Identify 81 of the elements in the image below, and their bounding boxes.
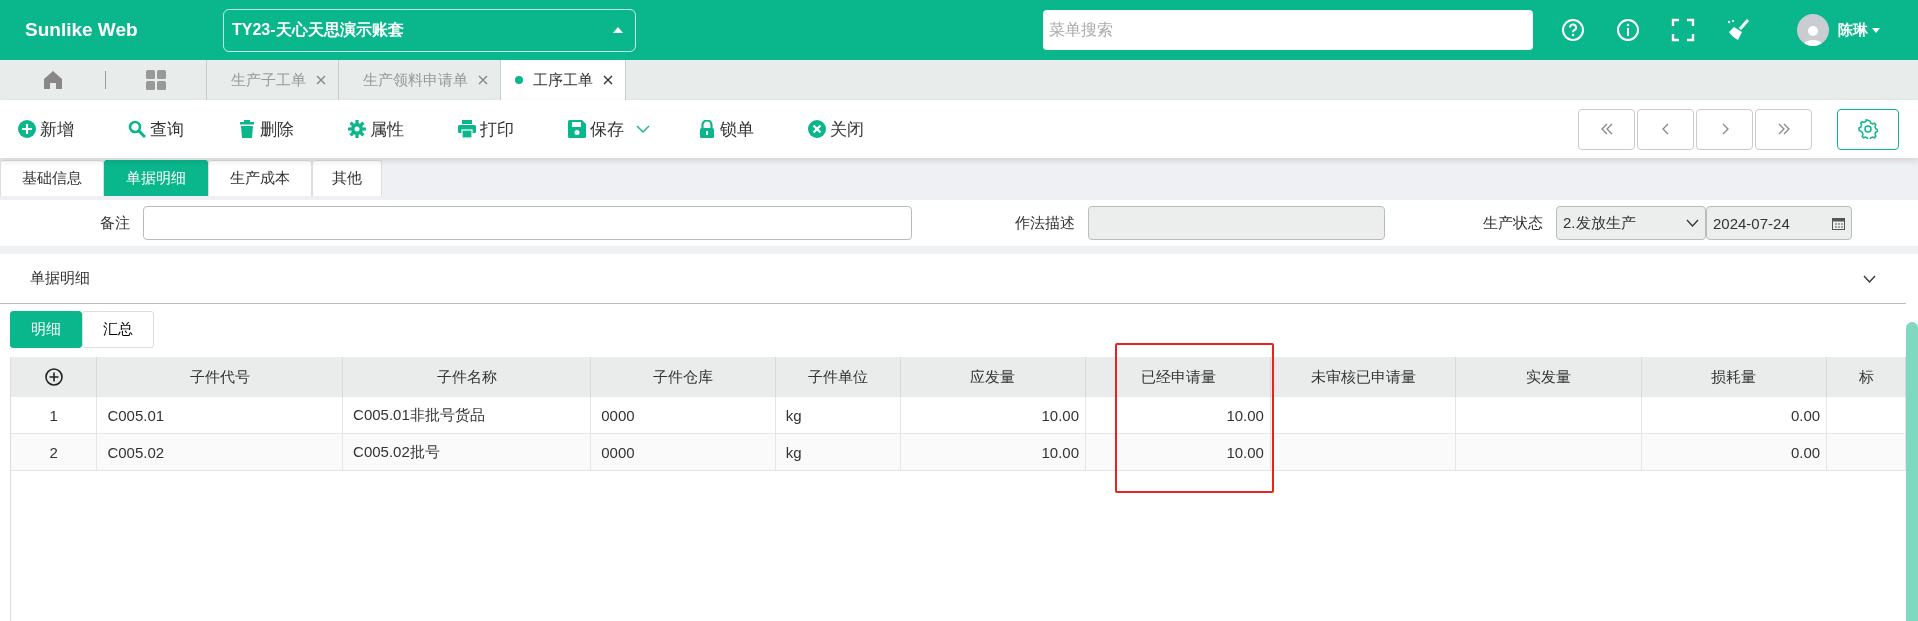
column-header[interactable]: 应发量 xyxy=(900,357,1086,397)
column-header[interactable]: 实发量 xyxy=(1455,357,1642,397)
status-select[interactable]: 2.发放生产 xyxy=(1556,206,1706,240)
previous-button[interactable] xyxy=(1637,108,1694,150)
column-header[interactable]: 子件名称 xyxy=(342,357,591,397)
table-cell: 10.00 xyxy=(900,397,1086,434)
column-header[interactable]: 已经申请量 xyxy=(1085,357,1271,397)
form-tab[interactable]: 生产成本 xyxy=(208,160,312,196)
plus-circle-icon xyxy=(18,120,36,138)
trash-icon xyxy=(238,120,256,138)
table-cell: C005.02 xyxy=(96,433,343,471)
toolbar-button[interactable]: 锁单 xyxy=(698,117,754,141)
column-header[interactable]: 子件仓库 xyxy=(590,357,776,397)
table-cell: 0.00 xyxy=(1641,397,1827,434)
search-icon xyxy=(128,120,146,138)
chevron-down-icon xyxy=(1686,219,1699,227)
last-page-button[interactable] xyxy=(1755,108,1812,150)
gear-icon xyxy=(348,120,366,138)
lock-icon xyxy=(698,120,716,138)
toolbar-button[interactable]: 属性 xyxy=(348,117,404,141)
row-number: 2 xyxy=(11,433,97,471)
row-number: 1 xyxy=(11,397,97,434)
column-header[interactable]: 损耗量 xyxy=(1641,357,1827,397)
field-label: 备注 xyxy=(99,213,130,233)
active-dot-icon xyxy=(515,76,523,84)
form-tab[interactable]: 其他 xyxy=(312,160,382,196)
detail-tab[interactable]: 汇总 xyxy=(82,311,154,348)
toolbar-button[interactable]: 打印 xyxy=(458,117,514,141)
column-header[interactable]: 未审核已申请量 xyxy=(1270,357,1456,397)
calendar-icon xyxy=(1832,216,1845,230)
settings-button[interactable] xyxy=(1837,108,1899,150)
table-cell: 0.00 xyxy=(1641,433,1827,471)
double-chevron-right-icon xyxy=(1776,123,1791,135)
table-cell: kg xyxy=(775,433,901,471)
app-logo: Sunlike Web xyxy=(25,19,139,41)
table-cell: C005.01非批号货品 xyxy=(342,397,591,434)
toolbar-button[interactable]: 查询 xyxy=(128,117,184,141)
table-cell: 10.00 xyxy=(1085,397,1271,434)
toolbar-button[interactable]: 关闭 xyxy=(808,117,864,141)
field-label: 生产状态 xyxy=(1482,213,1543,233)
table-cell: 10.00 xyxy=(900,433,1086,471)
fullscreen-icon[interactable] xyxy=(1671,18,1695,42)
column-header[interactable]: 标 xyxy=(1826,357,1906,397)
date-field[interactable]: 2024-07-24 xyxy=(1706,206,1852,240)
scrollbar-thumb[interactable] xyxy=(1906,322,1918,621)
home-icon[interactable] xyxy=(42,70,63,90)
user-silhouette-icon xyxy=(1802,24,1824,46)
first-page-button[interactable] xyxy=(1578,108,1635,150)
chevron-left-icon xyxy=(1661,123,1670,135)
table-cell: 10.00 xyxy=(1085,433,1271,471)
caret-up-icon xyxy=(613,27,623,33)
avatar[interactable] xyxy=(1797,14,1829,46)
text-field[interactable] xyxy=(143,206,912,240)
toolbar-button[interactable]: 删除 xyxy=(238,117,294,141)
table-cell: 0000 xyxy=(590,433,776,471)
column-header[interactable]: 子件单位 xyxy=(775,357,901,397)
table-cell: C005.01 xyxy=(96,397,343,434)
help-icon[interactable] xyxy=(1561,18,1585,42)
table-cell: C005.02批号 xyxy=(342,433,591,471)
toolbar-button[interactable]: 保存 xyxy=(568,117,624,141)
column-header[interactable]: 子件代号 xyxy=(96,357,343,397)
page-tab[interactable]: 工序工单 xyxy=(500,60,626,100)
double-chevron-left-icon xyxy=(1599,123,1614,135)
next-button[interactable] xyxy=(1696,108,1753,150)
table-cell: kg xyxy=(775,397,901,434)
close-icon[interactable] xyxy=(603,75,613,85)
table-cell: 0000 xyxy=(590,397,776,434)
close-circle-icon xyxy=(808,120,826,138)
toolbar-button[interactable]: 新增 xyxy=(18,117,74,141)
printer-icon xyxy=(458,120,476,138)
add-row-icon[interactable] xyxy=(44,368,63,386)
broom-icon[interactable] xyxy=(1726,18,1752,42)
form-tab[interactable]: 基础信息 xyxy=(0,160,104,196)
caret-down-icon xyxy=(1872,27,1880,33)
chevron-right-icon xyxy=(1720,123,1729,135)
field-label: 作法描述 xyxy=(1014,213,1075,233)
info-icon[interactable] xyxy=(1616,18,1640,42)
gear-icon xyxy=(1858,119,1878,139)
grid-icon[interactable] xyxy=(146,70,166,90)
section-title: 单据明细 xyxy=(30,269,90,288)
menu-search-field[interactable]: 菜单搜索 xyxy=(1043,10,1533,50)
